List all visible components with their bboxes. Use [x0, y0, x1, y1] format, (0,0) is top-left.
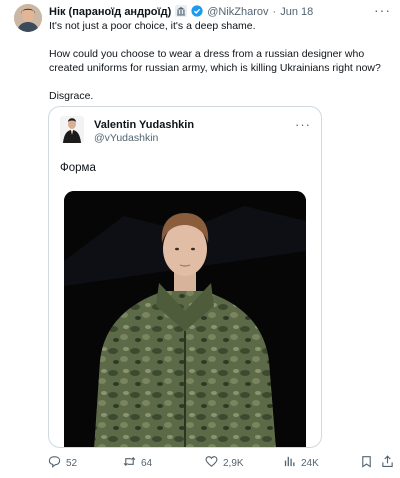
reply-count: 52: [66, 457, 78, 469]
share-button[interactable]: [381, 455, 394, 471]
quoted-author-avatar[interactable]: [60, 116, 84, 143]
tweet-text: It's not just a poor choice, it's a deep…: [49, 19, 394, 117]
tweet-paragraph: It's not just a poor choice, it's a deep…: [49, 20, 256, 32]
repost-count: 64: [141, 457, 153, 469]
share-upload-icon: [381, 455, 394, 471]
quoted-tweet[interactable]: Valentin Yudashkin @vYudashkin ··· Форма: [48, 106, 322, 448]
bookmark-icon: [360, 455, 373, 471]
verified-check-icon: [191, 4, 203, 20]
quoted-author-name[interactable]: Valentin Yudashkin: [94, 119, 194, 131]
author-avatar[interactable]: [14, 4, 42, 32]
tweet[interactable]: Нік (параноїд андроїд) @NikZharov · Jun …: [0, 0, 400, 478]
quoted-more-options-button[interactable]: ···: [295, 117, 311, 132]
quoted-tweet-text: Форма: [60, 162, 96, 174]
author-name[interactable]: Нік (параноїд андроїд): [49, 6, 171, 18]
tweet-paragraph: Disgrace.: [49, 90, 94, 102]
speech-bubble-icon: [48, 455, 61, 471]
like-count: 2,9K: [223, 457, 244, 469]
author-handle[interactable]: @NikZharov: [207, 6, 268, 18]
bookmark-button[interactable]: [360, 455, 373, 471]
bar-chart-icon: [283, 455, 296, 471]
tweet-actions: 52 64 2,9K 24K: [48, 455, 394, 471]
repost-button[interactable]: 64: [123, 455, 152, 471]
government-building-icon: [175, 4, 188, 20]
tweet-date[interactable]: Jun 18: [280, 6, 313, 18]
repost-arrows-icon: [123, 455, 136, 471]
tweet-paragraph: How could you choose to wear a dress fro…: [49, 48, 381, 74]
meta-separator: ·: [272, 6, 277, 18]
heart-icon: [205, 455, 218, 471]
quoted-tweet-photo[interactable]: [64, 191, 306, 447]
views-count: 24K: [301, 457, 319, 469]
more-options-button[interactable]: ···: [374, 2, 391, 18]
tweet-header: Нік (параноїд андроїд) @NikZharov · Jun …: [49, 4, 376, 20]
views-button[interactable]: 24K: [283, 455, 319, 471]
like-button[interactable]: 2,9K: [205, 455, 244, 471]
quoted-author-handle[interactable]: @vYudashkin: [94, 132, 158, 144]
reply-button[interactable]: 52: [48, 455, 77, 471]
